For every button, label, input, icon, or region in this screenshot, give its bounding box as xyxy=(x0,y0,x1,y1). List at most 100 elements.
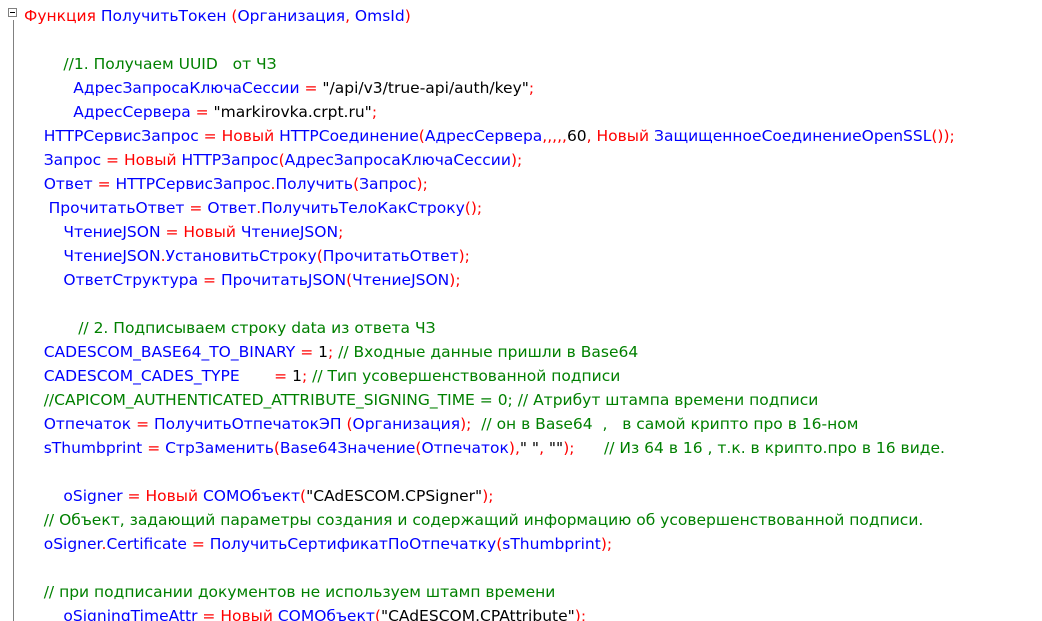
code-token-id: COMОбъект xyxy=(202,487,301,505)
code-token-cm: // Входные данные пришли в Base64 xyxy=(338,343,639,361)
editor-gutter xyxy=(0,0,22,621)
code-editor[interactable]: Функция ПолучитьТокен (Организация, OmsI… xyxy=(0,0,1042,621)
code-token-op: ); xyxy=(460,415,482,433)
code-token-cm: // при подписании документов не использу… xyxy=(24,583,556,601)
code-token-id: Запрос xyxy=(24,151,102,169)
code-token-op: = xyxy=(197,607,221,621)
code-token-id: oSigner xyxy=(24,487,123,505)
code-line[interactable]: Ответ = HTTPСервисЗапрос.Получить(Запрос… xyxy=(24,172,1042,196)
code-token-op: = xyxy=(274,367,293,385)
code-line[interactable]: АдресЗапросаКлючаСессии = "/api/v3/true-… xyxy=(24,76,1042,100)
code-token-id: ПолучитьТокен xyxy=(100,7,227,25)
code-line[interactable]: АдресСервера = "markirovka.crpt.ru"; xyxy=(24,100,1042,124)
code-token-op: ( xyxy=(226,7,238,25)
code-token-op: ; xyxy=(338,223,344,241)
code-token-op: ); xyxy=(510,151,523,169)
code-line[interactable]: //1. Получаем UUID от ЧЗ xyxy=(24,52,1042,76)
code-line[interactable]: Отпечаток = ПолучитьОтпечатокЭП (Организ… xyxy=(24,412,1042,436)
code-token-id: sThumbprint xyxy=(24,439,143,457)
code-token-str: "" xyxy=(548,439,564,457)
code-token-id: Ответ xyxy=(207,199,257,217)
code-token-op: ; xyxy=(371,103,378,121)
code-token-id: ОтветСтруктура xyxy=(24,271,199,289)
code-line[interactable]: oSigner = Новый COMОбъект("CAdESCOM.CPSi… xyxy=(24,484,1042,508)
code-token-id: АдресЗапросаКлючаСессии xyxy=(284,151,511,169)
code-token-op: ); xyxy=(482,487,494,505)
code-token-id: АдресСервера xyxy=(24,103,191,121)
code-line[interactable]: ПрочитатьОтвет = Ответ.ПолучитьТелоКакСт… xyxy=(24,196,1042,220)
code-line[interactable]: // при подписании документов не использу… xyxy=(24,580,1042,604)
code-line[interactable]: ЧтениеJSON = Новый ЧтениеJSON; xyxy=(24,220,1042,244)
code-token-id: ПрочитатьОтвет xyxy=(322,247,459,265)
code-token-op: ()); xyxy=(931,127,955,145)
code-token-id: Certificate xyxy=(106,535,187,553)
code-token-num: 1 xyxy=(292,367,302,385)
code-token-id: COMОбъект xyxy=(277,607,375,621)
code-token-kw: Функция xyxy=(24,7,101,25)
code-line[interactable]: //CAPICOM_AUTHENTICATED_ATTRIBUTE_SIGNIN… xyxy=(24,388,1042,412)
code-token-id: HTTPСоединение xyxy=(279,127,419,145)
code-token-op: ); xyxy=(574,607,587,621)
code-area[interactable]: Функция ПолучитьТокен (Организация, OmsI… xyxy=(24,4,1042,621)
code-token-id: Отпечаток xyxy=(421,439,509,457)
code-token-kw: Новый xyxy=(220,607,278,621)
code-token-op: = xyxy=(198,271,221,289)
code-token-op: = xyxy=(101,151,124,169)
code-line[interactable]: // Объект, задающий параметры создания и… xyxy=(24,508,1042,532)
code-token-cm: //1. Получаем UUID от ЧЗ xyxy=(24,55,277,73)
code-line[interactable] xyxy=(24,556,1042,580)
code-token-id: oSigner xyxy=(24,535,102,553)
code-line[interactable]: // 2. Подписываем строку data из ответа … xyxy=(24,316,1042,340)
code-token-op: ; xyxy=(327,343,339,361)
code-token-op: = xyxy=(184,199,208,217)
code-line[interactable]: ЧтениеJSON.УстановитьСтроку(ПрочитатьОтв… xyxy=(24,244,1042,268)
code-token-cm: // 2. Подписываем строку data из ответа … xyxy=(24,319,436,337)
code-token-num: 1 xyxy=(318,343,328,361)
code-line[interactable]: ОтветСтруктура = ПрочитатьJSON(ЧтениеJSO… xyxy=(24,268,1042,292)
code-token-id: CADESCOM_CADES_TYPE xyxy=(24,367,275,385)
code-token-cm: // Тип усовершенствованной подписи xyxy=(312,367,621,385)
code-line[interactable]: CADESCOM_CADES_TYPE = 1; // Тип усоверше… xyxy=(24,364,1042,388)
code-token-id: oSigningTimeAttr xyxy=(24,607,198,621)
code-line[interactable]: sThumbprint = СтрЗаменить(Base64Значение… xyxy=(24,436,1042,460)
code-line[interactable]: HTTPСервисЗапрос = Новый HTTPСоединение (… xyxy=(24,124,1042,148)
code-token-kw: Новый xyxy=(145,487,203,505)
code-line[interactable]: oSigningTimeAttr = Новый COMОбъект("CAdE… xyxy=(24,604,1042,621)
code-token-str: "markirovka.crpt.ru" xyxy=(213,103,372,121)
code-token-op: , xyxy=(345,7,355,25)
code-token-id: HTTPСервисЗапрос xyxy=(115,175,271,193)
code-token-id: ЧтениеJSON xyxy=(24,247,161,265)
code-token-id: ЧтениеJSON xyxy=(24,223,161,241)
code-token-op: ); xyxy=(458,247,470,265)
code-token-id: CADESCOM_BASE64_TO_BINARY xyxy=(24,343,296,361)
code-token-id: Ответ xyxy=(24,175,93,193)
fold-collapse-icon[interactable] xyxy=(8,8,17,17)
code-line[interactable]: oSigner.Certificate = ПолучитьСертификат… xyxy=(24,532,1042,556)
code-token-id: ЧтениеJSON xyxy=(240,223,339,241)
code-line[interactable]: Запрос = Новый HTTPЗапрос(АдресЗапросаКл… xyxy=(24,148,1042,172)
code-token-id: ПолучитьОтпечатокЭП xyxy=(153,415,342,433)
code-line[interactable]: Функция ПолучитьТокен (Организация, OmsI… xyxy=(24,4,1042,28)
code-line[interactable]: CADESCOM_BASE64_TO_BINARY = 1; // Входны… xyxy=(24,340,1042,364)
code-token-id: Получить xyxy=(275,175,354,193)
code-token-op: ); xyxy=(416,175,428,193)
code-token-op: , xyxy=(586,127,597,145)
code-line[interactable] xyxy=(24,28,1042,52)
code-token-op: ); xyxy=(449,271,461,289)
code-token-op: = xyxy=(190,103,214,121)
code-token-id: ПолучитьСертификатПоОтпечатку xyxy=(209,535,497,553)
code-line[interactable] xyxy=(24,292,1042,316)
code-token-op: = xyxy=(198,127,222,145)
code-token-id: Отпечаток xyxy=(24,415,132,433)
code-token-op: = xyxy=(131,415,154,433)
code-token-cm: // он в Base64 , в самой крипто про в 16… xyxy=(481,415,859,433)
code-token-op: ), xyxy=(508,439,520,457)
code-token-cm: // Из 64 в 16 , т.к. в крипто.про в 16 в… xyxy=(604,439,945,457)
code-token-id: АдресСервера xyxy=(424,127,543,145)
code-token-op: , xyxy=(539,439,549,457)
code-token-id: Base64Значение xyxy=(279,439,416,457)
code-token-id: АдресЗапросаКлючаСессии xyxy=(24,79,300,97)
code-token-op: ); xyxy=(563,439,605,457)
code-line[interactable] xyxy=(24,460,1042,484)
code-token-cm: // Объект, задающий параметры создания и… xyxy=(24,511,924,529)
